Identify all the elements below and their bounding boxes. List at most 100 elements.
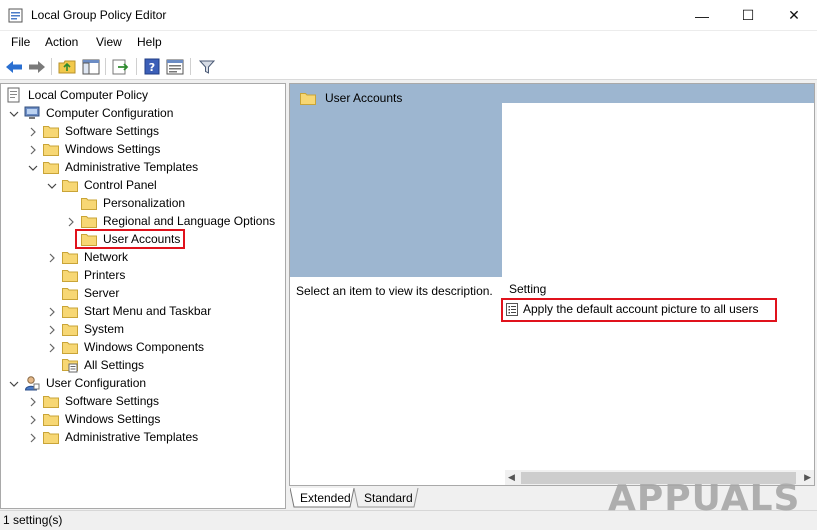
scroll-left-icon[interactable]: ◀ [508,472,515,483]
folder-icon [43,143,59,156]
tree-item-user-administrative-templates[interactable]: Administrative Templates [43,428,200,446]
folder-icon [300,93,316,105]
description-prompt: Select an item to view its description. [296,284,493,298]
details-pane: User Accounts Select an item to view its… [289,83,815,486]
menu-file[interactable]: File [11,35,30,49]
svg-text:?: ? [149,61,155,74]
chevron-right-icon[interactable] [47,343,57,353]
tree-label: Network [84,250,129,264]
chevron-right-icon[interactable] [28,433,38,443]
tree-item-administrative-templates[interactable]: Administrative Templates [43,158,200,176]
chevron-right-icon[interactable] [28,127,38,137]
tree-item-windows-settings[interactable]: Windows Settings [43,140,162,158]
tree-label: Administrative Templates [65,160,199,174]
tree-item-software-settings[interactable]: Software Settings [43,122,161,140]
column-header-setting[interactable]: Setting [509,282,546,296]
scroll-right-icon[interactable]: ▶ [804,472,811,483]
chevron-down-icon[interactable] [28,163,38,173]
chevron-right-icon[interactable] [28,415,38,425]
status-text: 1 setting(s) [3,513,63,527]
folder-icon [62,341,78,354]
chevron-down-icon[interactable] [9,109,19,119]
folder-icon [62,251,78,264]
folder-icon [62,305,78,318]
folder-icon [43,413,59,426]
toolbar-separator [51,58,52,75]
tree-item-windows-components[interactable]: Windows Components [62,338,206,356]
folder-icon [62,179,78,192]
chevron-down-icon[interactable] [9,379,19,389]
tree-item-network[interactable]: Network [62,248,130,266]
export-list-icon[interactable] [111,57,131,76]
tree-label: Windows Settings [65,412,161,426]
properties-icon[interactable] [165,57,185,76]
tree-item-personalization[interactable]: Personalization [81,194,187,212]
tab-standard[interactable]: Standard [356,488,421,507]
tree-label: System [84,322,125,336]
tree-item-user-software-settings[interactable]: Software Settings [43,392,161,410]
tree-item-printers[interactable]: Printers [62,266,127,284]
chevron-right-icon[interactable] [28,145,38,155]
menu-view[interactable]: View [96,35,122,49]
tree-item-server[interactable]: Server [62,284,121,302]
chevron-right-icon[interactable] [47,307,57,317]
title-bar: Local Group Policy Editor — ☐ ✕ [0,0,817,31]
tree-item-computer-configuration[interactable]: Computer Configuration [24,104,175,122]
tree-item-system[interactable]: System [62,320,126,338]
tree-label: Windows Components [84,340,205,354]
user-icon [24,376,40,391]
tree-label: Administrative Templates [65,430,199,444]
tree-item-start-menu-taskbar[interactable]: Start Menu and Taskbar [62,302,213,320]
annotation-highlight-box [75,229,185,249]
tree-item-user-configuration[interactable]: User Configuration [24,374,148,392]
folder-icon [81,215,97,228]
help-icon[interactable]: ? [142,57,162,76]
tree-item-all-settings[interactable]: All Settings [62,356,146,374]
tree-pane[interactable]: Local Computer Policy Computer Configura… [0,83,286,509]
forward-arrow-icon[interactable] [27,57,47,76]
chevron-right-icon[interactable] [28,397,38,407]
folder-icon [62,269,78,282]
folder-icon [43,395,59,408]
tab-extended[interactable]: Extended [292,488,359,507]
chevron-right-icon[interactable] [47,253,57,263]
up-folder-icon[interactable] [57,57,77,76]
tree-label: Windows Settings [65,142,161,156]
minimize-button[interactable]: — [679,0,725,31]
toolbar-separator [190,58,191,75]
menu-action[interactable]: Action [45,35,78,49]
tree-label: User Configuration [46,376,147,390]
tree-item-control-panel[interactable]: Control Panel [62,176,159,194]
close-button[interactable]: ✕ [771,0,817,31]
show-hide-tree-icon[interactable] [81,57,101,76]
tree-label: Local Computer Policy [28,88,149,102]
annotation-highlight-box [501,298,777,322]
computer-icon [24,106,40,119]
tree-label: Regional and Language Options [103,214,276,228]
all-settings-icon [62,359,78,373]
chevron-right-icon[interactable] [47,325,57,335]
tree-label: All Settings [84,358,145,372]
tree-label: Printers [84,268,126,282]
tree-label: Server [84,286,120,300]
chevron-down-icon[interactable] [47,181,57,191]
filter-icon[interactable] [197,57,217,76]
group-policy-app-icon [8,8,23,23]
toolbar: ? [0,53,817,80]
tree-item-regional-language-options[interactable]: Regional and Language Options [81,212,277,230]
details-description-band [290,84,502,277]
tree-item-local-computer-policy[interactable]: Local Computer Policy [6,86,150,104]
window-title: Local Group Policy Editor [31,8,167,22]
menu-help[interactable]: Help [137,35,162,49]
tree-label: Control Panel [84,178,157,192]
details-header-title: User Accounts [325,91,403,105]
tree-item-user-windows-settings[interactable]: Windows Settings [43,410,162,428]
chevron-right-icon[interactable] [66,217,76,227]
back-arrow-icon[interactable] [4,57,24,76]
folder-icon [81,197,97,210]
tree-label: Personalization [103,196,186,210]
toolbar-separator [105,58,106,75]
policy-document-icon [7,87,20,103]
maximize-button[interactable]: ☐ [725,0,771,31]
folder-icon [62,323,78,336]
